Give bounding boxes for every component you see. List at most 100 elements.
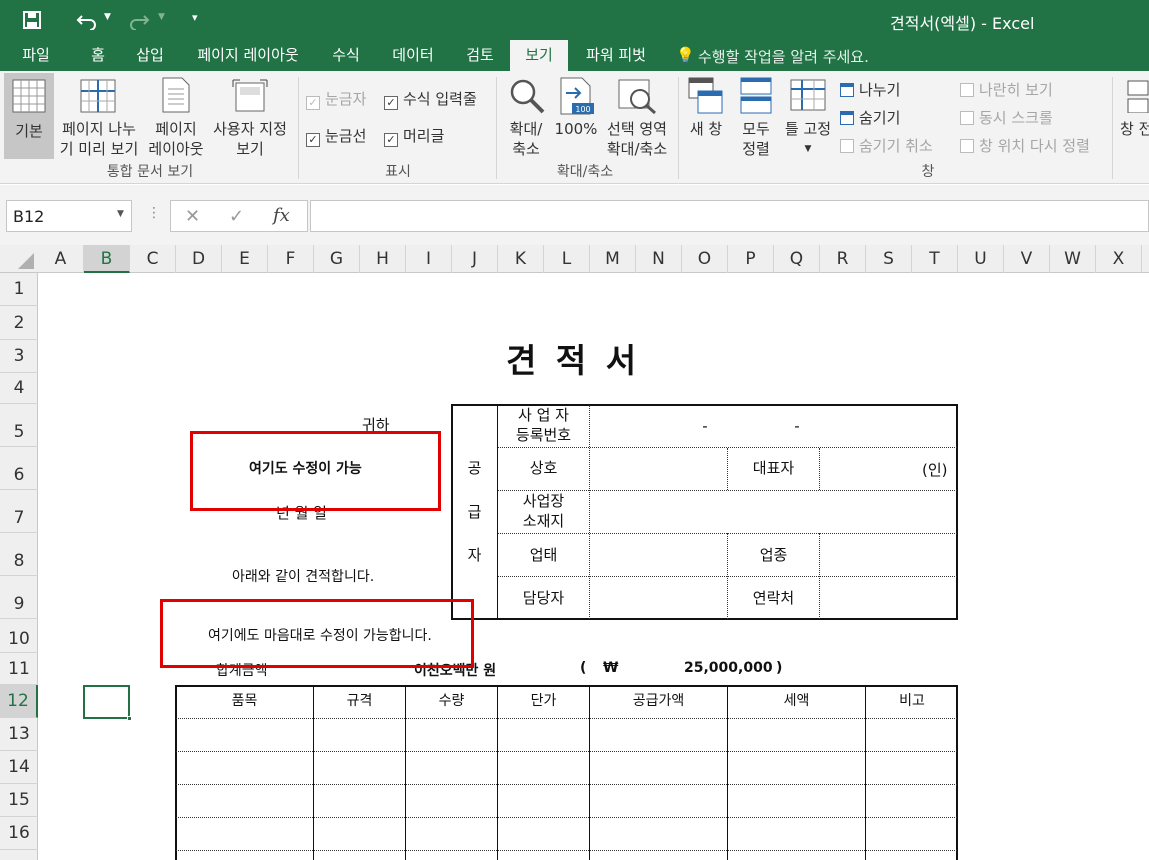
formula-input[interactable] [310,200,1149,232]
header-spec: 규격 [346,693,373,709]
column-header-j[interactable]: J [452,245,498,273]
tell-me-box[interactable]: 수행할 작업을 알려 주세요. [698,46,869,67]
custom-views-button[interactable]: 사용자 지정 보기 [208,119,292,159]
column-header-f[interactable]: F [268,245,314,273]
row-header-10[interactable]: 10 [0,619,38,653]
undo-dropdown-icon[interactable]: ▼ [104,12,111,22]
column-header-i[interactable]: I [406,245,452,273]
cancel-icon[interactable]: ✕ [185,206,200,227]
group-workbook-views-label: 통합 문서 보기 [106,164,194,180]
tab-view[interactable]: 보기 [510,40,568,71]
tab-page-layout[interactable]: 페이지 레이아웃 [186,40,310,71]
switch-windows-button[interactable]: 창 전 [1120,119,1149,139]
view-side-by-side-button[interactable]: 나란히 보기 [960,79,1053,100]
group-zoom-label: 확대/축소 [556,164,614,180]
insert-function-icon[interactable]: fx [273,205,290,226]
arrange-all-button[interactable]: 모두 정렬 [732,119,780,159]
split-button[interactable]: 나누기 [840,79,900,100]
undo-icon[interactable] [76,10,98,30]
page-layout-button[interactable]: 페이지 레이아웃 [146,119,206,159]
row-header-2[interactable]: 2 [0,306,38,340]
header-tax: 세액 [783,693,810,709]
zoom-to-selection-button[interactable]: 선택 영역 확대/축소 [600,119,674,159]
zoom-100-button[interactable]: 100% [554,119,598,139]
row-header-3[interactable]: 3 [0,340,38,373]
row-header-9[interactable]: 9 [0,576,38,619]
row-header-12[interactable]: 12 [0,685,38,718]
selected-cell-b12[interactable] [83,685,130,719]
column-header-b[interactable]: B [84,245,130,273]
column-header-r[interactable]: R [820,245,866,273]
new-window-button[interactable]: 새 창 [684,119,728,139]
freeze-panes-button[interactable]: 틀 고정 ▼ [780,119,836,159]
column-header-p[interactable]: P [728,245,774,273]
column-header-a[interactable]: A [38,245,84,273]
column-header-v[interactable]: V [1004,245,1050,273]
column-header-n[interactable]: N [636,245,682,273]
tab-insert[interactable]: 삽입 [126,40,174,71]
synchronous-scrolling-button[interactable]: 동시 스크롤 [960,107,1053,128]
select-all-icon[interactable] [0,245,38,273]
column-header-o[interactable]: O [682,245,728,273]
formula-bar-checkbox[interactable]: ✓ 수식 입력줄 [384,88,477,110]
tab-data[interactable]: 데이터 [382,40,444,71]
column-header-g[interactable]: G [314,245,360,273]
save-icon[interactable] [22,10,42,30]
column-header-l[interactable]: L [544,245,590,273]
row-header-5[interactable]: 5 [0,404,38,447]
column-header-q[interactable]: Q [774,245,820,273]
header-unit-price: 단가 [530,693,557,709]
unhide-button[interactable]: 숨기기 취소 [840,135,933,156]
redo-dropdown-icon[interactable]: ▼ [158,12,165,22]
customize-qat-icon[interactable]: ▾ [192,11,198,24]
title-bar: ▼ ▼ ▾ 견적서(엑셀) - Excel [0,0,1149,40]
ruler-checkbox[interactable]: ✓ 눈금자 [306,88,366,110]
page-break-preview-button[interactable]: 페이지 나누 기 미리 보기 [56,119,142,159]
row-header-4[interactable]: 4 [0,373,38,404]
column-header-c[interactable]: C [130,245,176,273]
items-table-row-line [176,718,957,719]
tab-home[interactable]: 홈 [80,40,116,71]
row-header-15[interactable]: 15 [0,784,38,817]
column-header-t[interactable]: T [912,245,958,273]
row-header-11[interactable]: 11 [0,653,38,685]
tab-formulas[interactable]: 수식 [322,40,370,71]
row-header-13[interactable]: 13 [0,718,38,751]
name-box-dropdown-icon[interactable]: ▼ [117,209,124,219]
normal-view-button[interactable]: 기본 [4,73,54,159]
column-header-x[interactable]: X [1096,245,1142,273]
tab-power-pivot[interactable]: 파워 피벗 [578,40,654,71]
row-header-14[interactable]: 14 [0,751,38,784]
column-header-d[interactable]: D [176,245,222,273]
redo-icon[interactable] [128,10,150,30]
column-header-k[interactable]: K [498,245,544,273]
column-header-s[interactable]: S [866,245,912,273]
row-header-6[interactable]: 6 [0,447,38,490]
column-header-w[interactable]: W [1050,245,1096,273]
name-box[interactable]: B12 ▼ [6,200,132,232]
zoom-button[interactable]: 확대/축소 [500,119,552,159]
column-header-u[interactable]: U [958,245,1004,273]
tab-file[interactable]: 파일 [12,40,60,71]
custom-views-icon [232,79,268,112]
fill-handle[interactable] [127,716,132,721]
row-header-8[interactable]: 8 [0,533,38,576]
column-header-e[interactable]: E [222,245,268,273]
total-value: 25,000,000 [684,660,773,676]
gridlines-checkbox[interactable]: ✓ 눈금선 [306,125,366,147]
page-break-preview-icon [80,79,116,113]
tab-review[interactable]: 검토 [456,40,504,71]
window-title: 견적서(엑셀) - Excel [890,14,1035,33]
supplier-divider [498,576,957,577]
row-header-16[interactable]: 16 [0,817,38,850]
page-layout-icon [162,77,190,113]
row-header-1[interactable]: 1 [0,273,38,306]
hide-button[interactable]: 숨기기 [840,107,900,128]
arrange-all-icon [740,77,772,114]
enter-icon[interactable]: ✓ [229,206,244,227]
headings-checkbox[interactable]: ✓ 머리글 [384,125,444,147]
reset-window-position-button[interactable]: 창 위치 다시 정렬 [960,135,1090,156]
row-header-7[interactable]: 7 [0,490,38,533]
column-header-h[interactable]: H [360,245,406,273]
column-header-m[interactable]: M [590,245,636,273]
